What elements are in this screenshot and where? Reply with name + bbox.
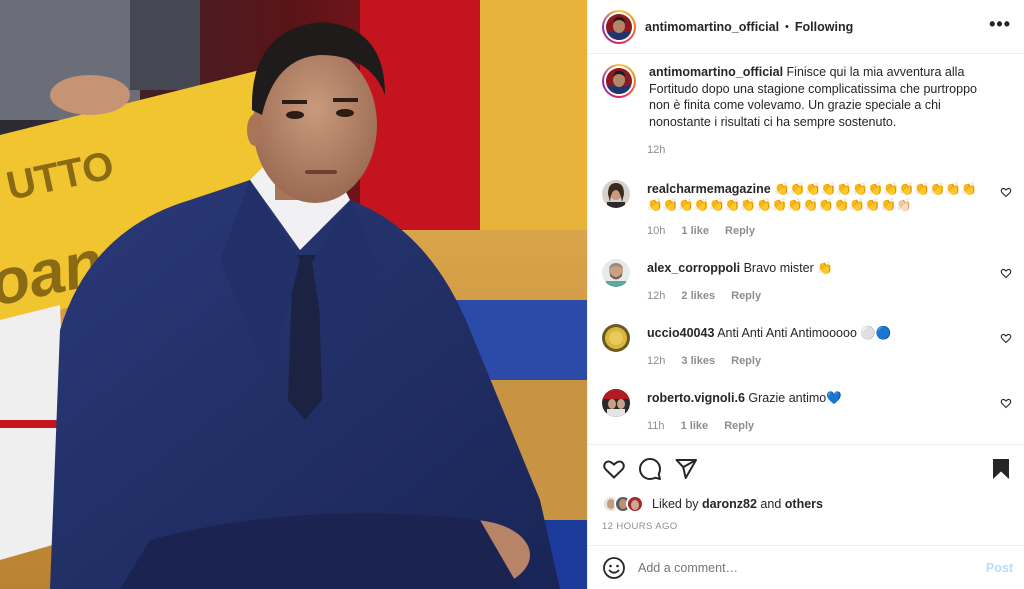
like-comment-heart-icon[interactable] (1000, 186, 1012, 198)
author-avatar[interactable] (602, 9, 636, 44)
comment-body: Grazie antimo💙 (748, 391, 842, 405)
comment-username[interactable]: alex_corroppoli (647, 261, 740, 275)
commenter-avatar[interactable] (602, 180, 630, 208)
post-photo[interactable]: UTTO oan (0, 0, 587, 589)
like-comment-heart-icon[interactable] (1000, 397, 1012, 409)
more-options-icon[interactable]: ••• (989, 15, 1011, 33)
caption-avatar-image (606, 68, 632, 94)
comment-text: alex_corroppoli Bravo mister 👏 (647, 260, 989, 276)
comment-meta: 12h 3 likes Reply (647, 355, 774, 367)
comment-text: roberto.vignoli.6 Grazie antimo💙 (647, 390, 989, 406)
avatar-image (602, 259, 630, 287)
liker-avatar (626, 495, 644, 513)
add-comment-bar: Post (588, 545, 1024, 589)
save-bookmark-icon[interactable] (990, 457, 1012, 481)
reply-button[interactable]: Reply (725, 225, 755, 237)
comment-text: uccio40043 Anti Anti Anti Antimooooo ⚪🔵 (647, 325, 989, 341)
comment-body: Bravo mister 👏 (743, 261, 833, 275)
comment-item: realcharmemagazine 👏👏👏👏👏👏👏👏👏👏👏👏👏👏👏👏👏👏👏👏👏… (602, 180, 1012, 240)
avatar-image (602, 389, 630, 417)
following-button[interactable]: Following (795, 20, 853, 34)
comment-time[interactable]: 12h (647, 290, 665, 302)
instagram-post-modal: UTTO oan antimomartino_official • Follow… (0, 0, 1024, 589)
comment-likes[interactable]: 2 likes (681, 290, 715, 302)
caption-author-avatar[interactable] (602, 64, 636, 98)
emoji-smiley-icon[interactable] (602, 556, 626, 580)
caption-text-block: antimomartino_official Finisce qui la mi… (649, 64, 999, 130)
comment-body: Anti Anti Anti Antimooooo ⚪🔵 (717, 326, 892, 340)
liked-by-and: and (760, 497, 782, 511)
comment-meta: 10h 1 like Reply (647, 225, 768, 237)
post-comment-button[interactable]: Post (986, 561, 1013, 575)
post-caption: antimomartino_official Finisce qui la mi… (602, 64, 1012, 156)
liked-by-row: Liked by daronz82 and others (602, 495, 823, 513)
liked-by-others-link[interactable]: others (785, 497, 823, 511)
comment-item: roberto.vignoli.6 Grazie antimo💙 11h 1 l… (602, 389, 1012, 435)
like-comment-heart-icon[interactable] (1000, 332, 1012, 344)
post-timestamp[interactable]: 12 HOURS AGO (602, 521, 678, 532)
post-header: antimomartino_official • Following ••• (588, 0, 1024, 54)
like-heart-icon[interactable] (602, 457, 626, 481)
comment-time[interactable]: 10h (647, 225, 665, 237)
liked-by-label: Liked by (652, 497, 699, 511)
comment-username[interactable]: realcharmemagazine (647, 182, 771, 196)
coach-photo-illustration: UTTO oan (0, 0, 587, 589)
comment-likes[interactable]: 1 like (681, 420, 709, 432)
comment-meta: 12h 2 likes Reply (647, 290, 774, 302)
comment-bubble-icon[interactable] (638, 457, 662, 481)
caption-timestamp[interactable]: 12h (647, 144, 665, 156)
reply-button[interactable]: Reply (724, 420, 754, 432)
separator-dot: • (785, 20, 789, 33)
post-actions: Liked by daronz82 and others 12 HOURS AG… (588, 444, 1024, 545)
commenter-avatar[interactable] (602, 324, 630, 352)
post-details-panel: antimomartino_official • Following ••• a… (587, 0, 1024, 589)
liked-by-username[interactable]: daronz82 (702, 497, 757, 511)
author-avatar-image (606, 13, 632, 40)
avatar-image (602, 324, 630, 352)
reply-button[interactable]: Reply (731, 355, 761, 367)
liker-avatars[interactable] (602, 495, 644, 513)
comment-meta: 11h 1 like Reply (647, 420, 767, 432)
comment-username[interactable]: uccio40043 (647, 326, 714, 340)
commenter-avatar[interactable] (602, 259, 630, 287)
add-comment-input[interactable] (638, 560, 968, 575)
comment-text: realcharmemagazine 👏👏👏👏👏👏👏👏👏👏👏👏👏👏👏👏👏👏👏👏👏… (647, 181, 989, 213)
comment-likes[interactable]: 3 likes (681, 355, 715, 367)
avatar-image (602, 180, 630, 208)
comment-item: uccio40043 Anti Anti Anti Antimooooo ⚪🔵 … (602, 324, 1012, 370)
comment-likes[interactable]: 1 like (681, 225, 709, 237)
reply-button[interactable]: Reply (731, 290, 761, 302)
commenter-avatar[interactable] (602, 389, 630, 417)
comment-item: alex_corroppoli Bravo mister 👏 12h 2 lik… (602, 259, 1012, 305)
comment-username[interactable]: roberto.vignoli.6 (647, 391, 745, 405)
comment-time[interactable]: 11h (647, 420, 665, 432)
share-paper-plane-icon[interactable] (674, 457, 698, 481)
caption-username[interactable]: antimomartino_official (649, 65, 783, 79)
author-username[interactable]: antimomartino_official (645, 20, 779, 34)
action-icons (602, 457, 698, 481)
comment-time[interactable]: 12h (647, 355, 665, 367)
like-comment-heart-icon[interactable] (1000, 267, 1012, 279)
